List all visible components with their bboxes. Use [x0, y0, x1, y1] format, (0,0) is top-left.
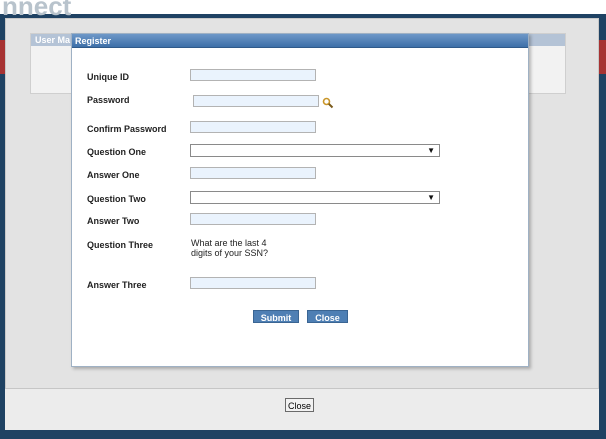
unique-id-input[interactable]	[190, 69, 316, 81]
answer-two-label: Answer Two	[87, 216, 140, 226]
answer-three-label: Answer Three	[87, 280, 147, 290]
question-three-text: What are the last 4 digits of your SSN?	[191, 238, 269, 258]
answer-one-label: Answer One	[87, 170, 140, 180]
register-dialog: Register Unique ID Password Confirm Pass…	[71, 33, 529, 367]
dialog-header[interactable]: Register	[72, 34, 528, 48]
dialog-title: Register	[75, 36, 112, 46]
question-three-label: Question Three	[87, 240, 154, 250]
confirm-password-input[interactable]	[190, 121, 316, 133]
answer-three-input[interactable]	[190, 277, 316, 289]
question-one-label: Question One	[87, 147, 147, 157]
triangle-down-icon: ▼	[427, 193, 435, 202]
background-close-button[interactable]: Close	[285, 398, 315, 412]
answer-two-input[interactable]	[190, 213, 316, 225]
search-icon[interactable]	[322, 97, 334, 109]
question-two-label: Question Two	[87, 194, 146, 204]
unique-id-label: Unique ID	[87, 72, 129, 82]
panel-title: User Ma	[35, 35, 71, 45]
confirm-password-label: Confirm Password	[87, 124, 167, 134]
answer-one-input[interactable]	[190, 167, 316, 179]
password-input[interactable]	[193, 95, 319, 107]
triangle-down-icon: ▼	[427, 146, 435, 155]
question-two-select[interactable]: ▼	[190, 191, 440, 204]
password-label: Password	[87, 95, 130, 105]
close-button[interactable]: Close	[307, 310, 348, 323]
question-one-select[interactable]: ▼	[190, 144, 440, 157]
background-top-bar: nnect	[0, 0, 606, 21]
submit-button[interactable]: Submit	[253, 310, 299, 323]
